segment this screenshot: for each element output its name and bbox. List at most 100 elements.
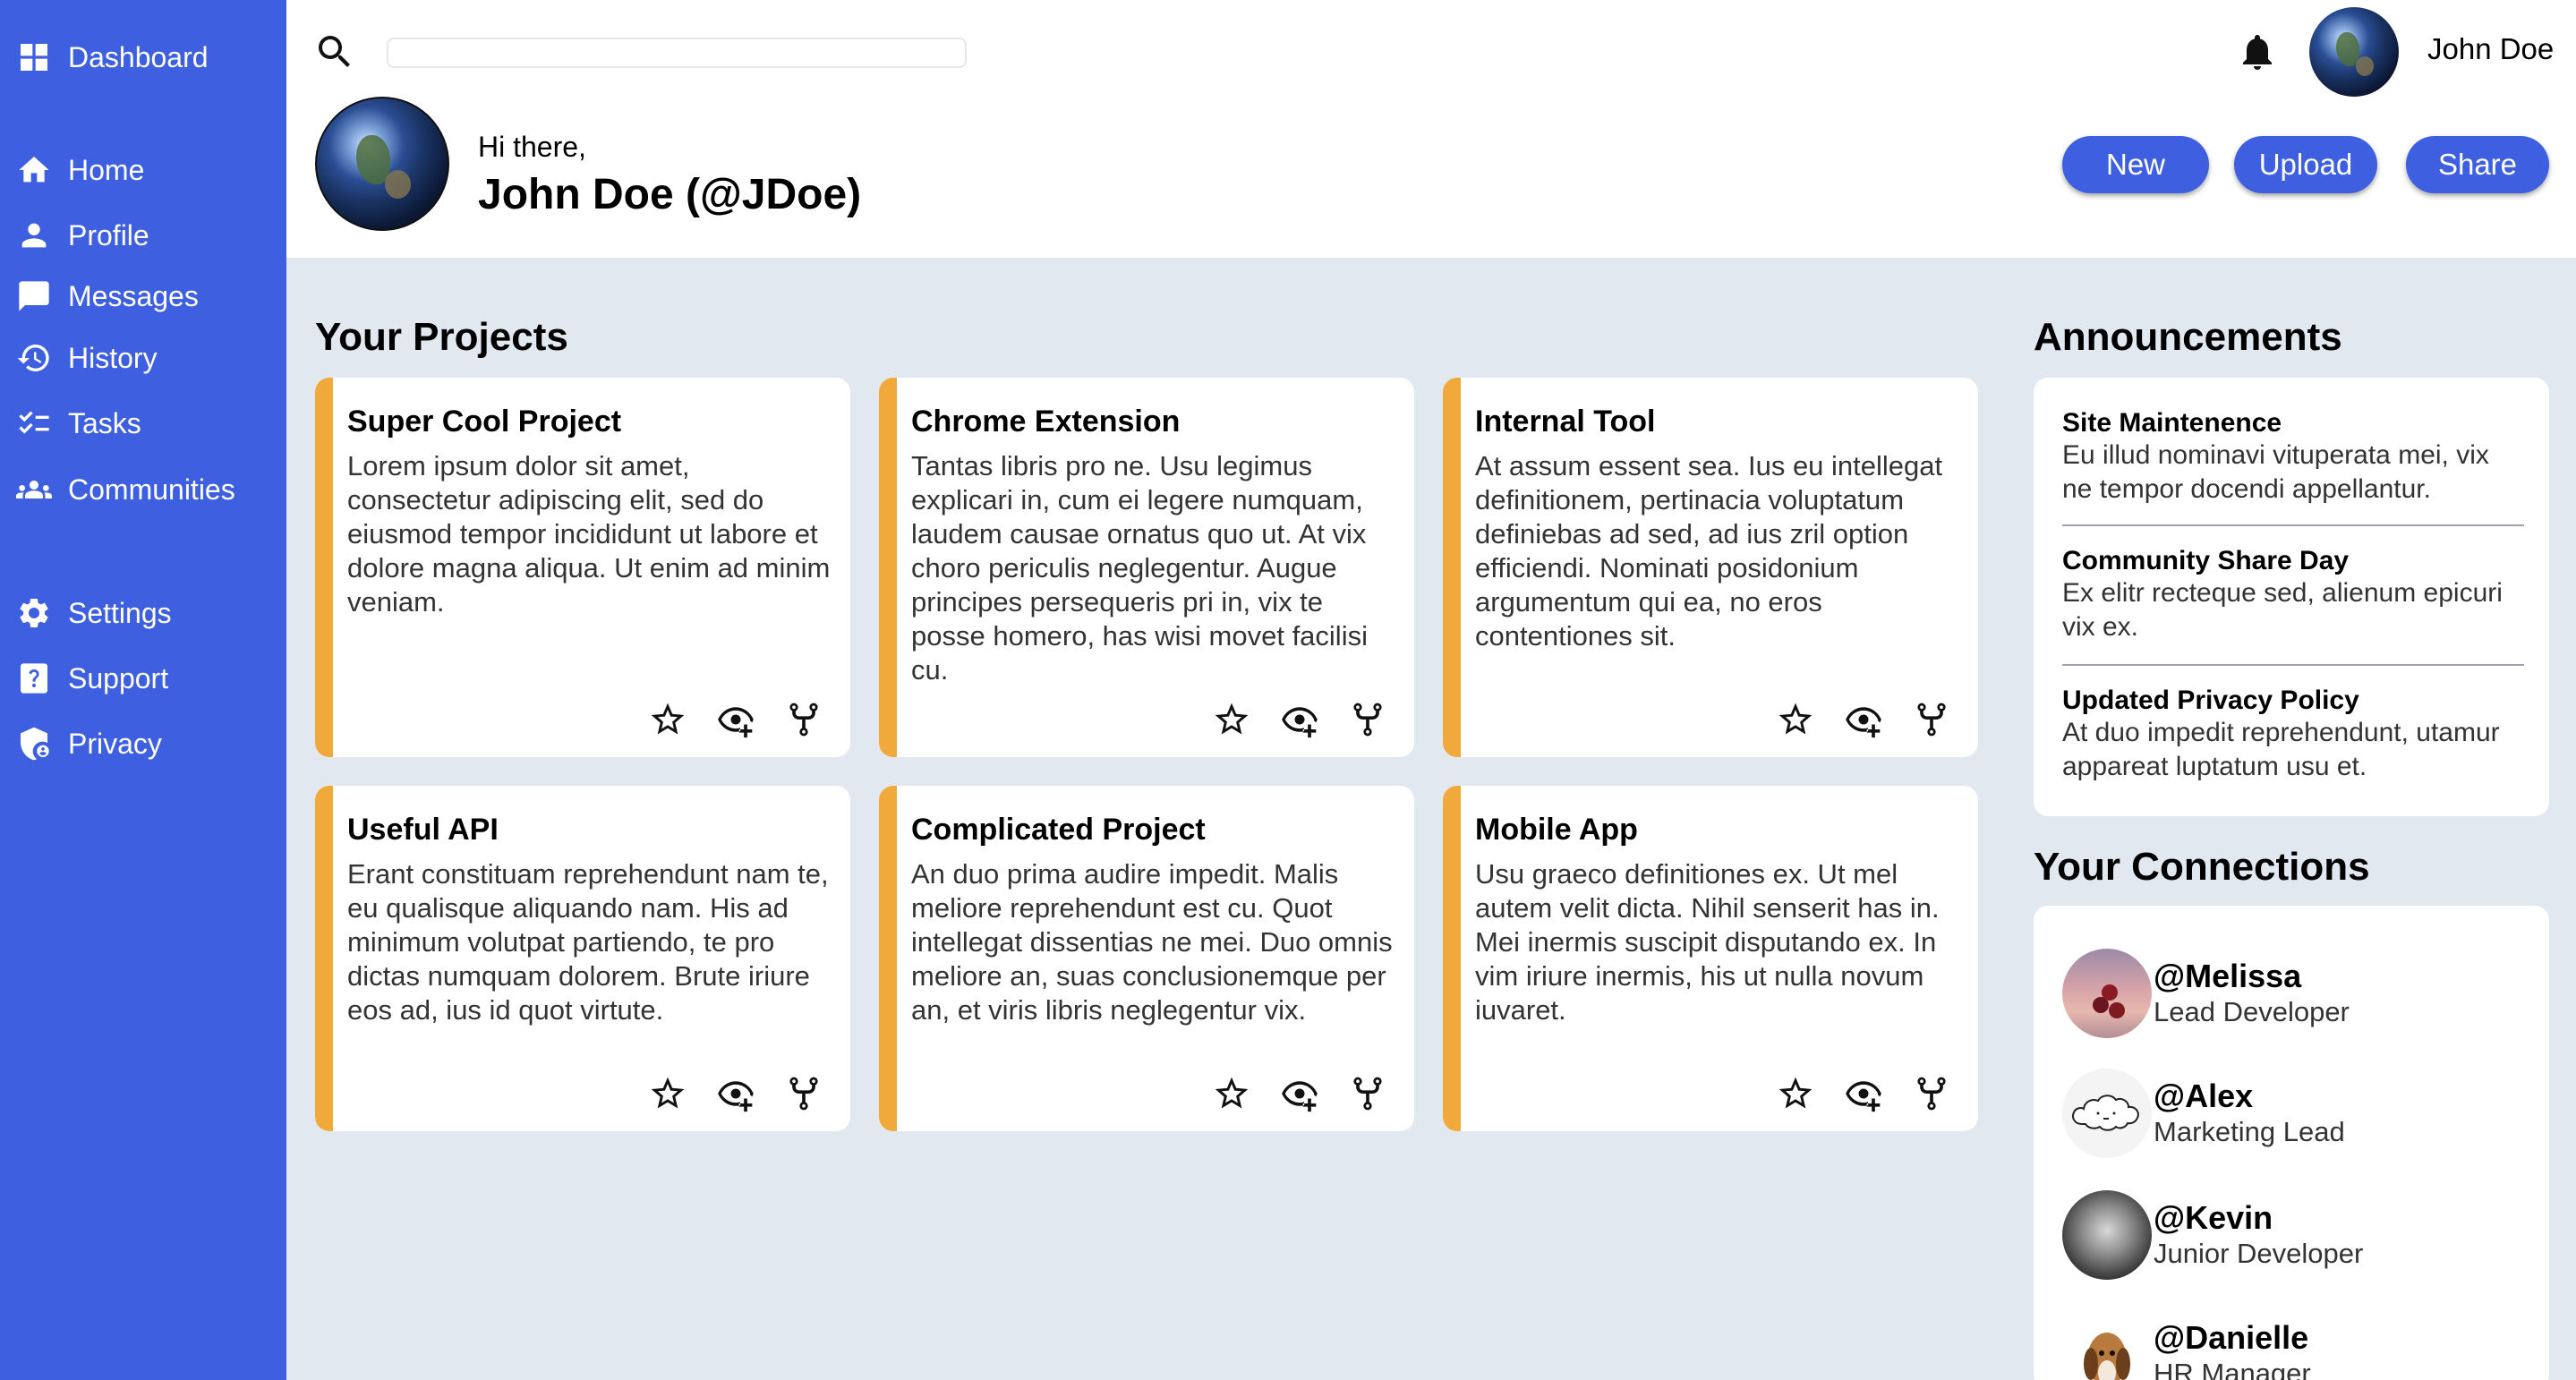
sidebar-item-label: Communities [68, 473, 235, 506]
project-description: Erant constituam reprehendunt nam te, eu… [347, 858, 829, 1026]
project-description: At assum essent sea. Ius eu intellegat d… [1475, 450, 1943, 652]
sidebar-item-privacy[interactable]: Privacy [14, 719, 162, 769]
watch-icon[interactable] [1842, 1072, 1885, 1115]
gear-icon [14, 593, 54, 633]
project-card[interactable]: Internal Tool At assum essent sea. Ius eu… [1443, 378, 1978, 757]
sidebar-item-label: Settings [68, 596, 172, 629]
watch-icon[interactable] [1842, 698, 1885, 741]
connection-item[interactable]: @Danielle HR Manager [2062, 1310, 2311, 1380]
sidebar-item-settings[interactable]: Settings [14, 588, 172, 638]
card-accent-bar [879, 378, 897, 757]
fork-icon[interactable] [1346, 1072, 1389, 1115]
connection-role: HR Manager [2154, 1358, 2311, 1380]
project-title: Mobile App [1475, 813, 1638, 847]
header-username[interactable]: John Doe [2427, 32, 2554, 66]
sidebar-item-label: Profile [68, 218, 149, 251]
watch-icon[interactable] [714, 698, 757, 741]
sidebar-item-label: Messages [68, 279, 199, 312]
connection-role: Lead Developer [2154, 996, 2350, 1027]
chat-icon [14, 277, 54, 316]
project-title: Internal Tool [1475, 405, 1656, 439]
announcement-desc: At duo impedit reprehendunt, utamur appa… [2062, 718, 2500, 781]
fork-icon[interactable] [1910, 698, 1953, 741]
star-icon[interactable] [1210, 1072, 1253, 1115]
connection-handle: @Danielle [2154, 1319, 2309, 1356]
divider [2062, 524, 2524, 526]
sidebar-item-profile[interactable]: Profile [14, 210, 149, 260]
project-description: Lorem ipsum dolor sit amet, consectetur … [347, 450, 831, 618]
projects-title: Your Projects [315, 315, 568, 359]
sidebar-item-messages[interactable]: Messages [14, 271, 199, 321]
card-accent-bar [1443, 378, 1461, 757]
announcement-item[interactable]: Updated Privacy Policy At duo impedit re… [2062, 686, 2524, 784]
connection-item[interactable]: @Kevin Junior Developer [2062, 1190, 2363, 1280]
upload-button[interactable]: Upload [2234, 136, 2377, 193]
cloud-icon [2072, 1095, 2139, 1131]
checklist-icon [14, 404, 54, 443]
project-card[interactable]: Mobile App Usu graeco definitiones ex. Ut… [1443, 786, 1978, 1131]
dog-icon [2084, 1333, 2130, 1380]
sidebar-item-label: History [68, 341, 158, 374]
sidebar-item-history[interactable]: History [14, 333, 158, 383]
fork-icon[interactable] [1910, 1072, 1953, 1115]
announcement-title: Site Maintenence [2062, 408, 2282, 438]
search-icon[interactable] [313, 30, 356, 73]
page-title: John Doe (@JDoe) [478, 171, 862, 218]
project-card[interactable]: Super Cool Project Lorem ipsum dolor sit … [315, 378, 850, 757]
sidebar-item-label: Support [68, 661, 169, 694]
sidebar-item-tasks[interactable]: Tasks [14, 398, 141, 448]
connection-item[interactable]: @Alex Marketing Lead [2062, 1069, 2345, 1158]
announcement-title: Updated Privacy Policy [2062, 686, 2359, 715]
connection-item[interactable]: @Melissa Lead Developer [2062, 949, 2350, 1038]
group-icon [14, 470, 54, 509]
connection-handle: @Alex [2154, 1078, 2254, 1114]
greeting: Hi there, [478, 131, 586, 163]
project-actions [621, 1072, 825, 1115]
new-button[interactable]: New [2062, 136, 2209, 193]
sidebar-item-support[interactable]: Support [14, 653, 168, 703]
sidebar: Dashboard Home Profile Messages History … [0, 0, 286, 1380]
project-description: Tantas libris pro ne. Usu legimus explic… [911, 450, 1368, 686]
sidebar-item-dashboard[interactable]: Dashboard [14, 32, 209, 82]
avatar[interactable] [2309, 7, 2399, 97]
fork-icon[interactable] [782, 1072, 825, 1115]
announcement-desc: Eu illud nominavi vituperata mei, vix ne… [2062, 440, 2489, 504]
connection-role: Junior Developer [2154, 1238, 2364, 1269]
sidebar-item-label: Privacy [68, 727, 162, 760]
avatar [2062, 1190, 2152, 1280]
sidebar-item-label: Home [68, 153, 145, 186]
project-actions [1185, 698, 1389, 741]
star-icon[interactable] [1774, 1072, 1817, 1115]
profile-avatar [315, 97, 449, 231]
announcement-item[interactable]: Community Share Day Ex elitr recteque se… [2062, 546, 2524, 644]
search-input[interactable] [387, 38, 967, 68]
dashboard-icon [14, 38, 54, 77]
bell-icon[interactable] [2236, 29, 2279, 75]
star-icon[interactable] [646, 698, 689, 741]
sidebar-item-home[interactable]: Home [14, 145, 144, 195]
announcement-item[interactable]: Site Maintenence Eu illud nominavi vitup… [2062, 408, 2524, 507]
card-accent-bar [879, 786, 897, 1131]
sidebar-item-label: Tasks [68, 406, 141, 439]
sidebar-item-communities[interactable]: Communities [14, 464, 235, 515]
avatar [2062, 1310, 2152, 1380]
star-icon[interactable] [646, 1072, 689, 1115]
fork-icon[interactable] [1346, 698, 1389, 741]
share-button[interactable]: Share [2406, 136, 2549, 193]
watch-icon[interactable] [714, 1072, 757, 1115]
connection-role: Marketing Lead [2154, 1116, 2345, 1147]
connections-panel: @Melissa Lead Developer @Alex Marketing … [2034, 906, 2549, 1380]
divider [2062, 664, 2524, 666]
project-card[interactable]: Chrome Extension Tantas libris pro ne. Us… [879, 378, 1414, 757]
watch-icon[interactable] [1278, 1072, 1321, 1115]
fork-icon[interactable] [782, 698, 825, 741]
announcement-title: Community Share Day [2062, 546, 2350, 575]
connection-handle: @Melissa [2154, 958, 2302, 994]
star-icon[interactable] [1210, 698, 1253, 741]
project-card[interactable]: Useful API Erant constituam reprehendunt … [315, 786, 850, 1131]
star-icon[interactable] [1774, 698, 1817, 741]
watch-icon[interactable] [1278, 698, 1321, 741]
project-card[interactable]: Complicated Project An duo prima audire i… [879, 786, 1414, 1131]
help-icon [14, 659, 54, 698]
project-actions [1749, 1072, 1953, 1115]
